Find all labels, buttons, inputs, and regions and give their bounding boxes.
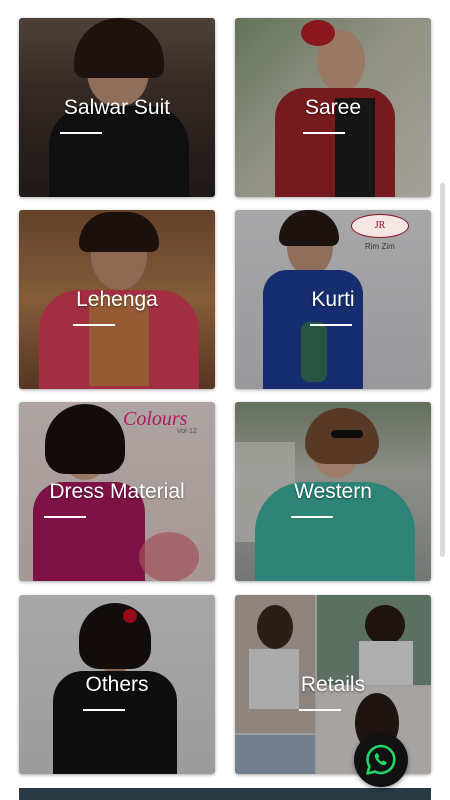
tile-underline [291,516,333,518]
tile-underline [299,709,341,711]
brand-badge-sub: Vol-12 [177,428,197,435]
brand-badge: JR [351,214,409,238]
category-tile-salwar-suit[interactable]: Salwar Suit [19,18,215,197]
tile-label: Retails [300,673,366,696]
tile-underline [60,132,102,134]
category-tile-lehenga[interactable]: Lehenga [19,210,215,389]
tile-label: Dress Material [49,480,185,503]
category-tile-kurti[interactable]: JR Rim Zim Kurti [235,210,431,389]
next-tile-preview[interactable] [19,788,431,800]
tile-label: Kurti [311,288,355,311]
scrollbar[interactable] [440,183,445,557]
tile-label: Western [294,480,372,503]
tile-label: Saree [304,96,362,119]
category-tile-dress-material[interactable]: Colours Vol-12 Dress Material [19,402,215,581]
brand-badge-text: JR [374,220,386,231]
tile-label: Salwar Suit [63,96,171,119]
tile-underline [310,324,352,326]
tile-label: Others [85,673,149,696]
brand-badge-sub: Rim Zim [365,242,395,251]
category-tile-western[interactable]: Western [235,402,431,581]
category-grid: Salwar Suit Saree Lehenga JR Rim Zim Kur… [0,0,450,800]
category-tile-saree[interactable]: Saree [235,18,431,197]
tile-underline [303,132,345,134]
whatsapp-icon [366,744,396,775]
tile-underline [44,516,86,518]
tile-label: Lehenga [76,288,158,311]
category-tile-others[interactable]: Others [19,595,215,774]
tile-underline [73,324,115,326]
tile-underline [83,709,125,711]
whatsapp-button[interactable] [354,733,408,787]
